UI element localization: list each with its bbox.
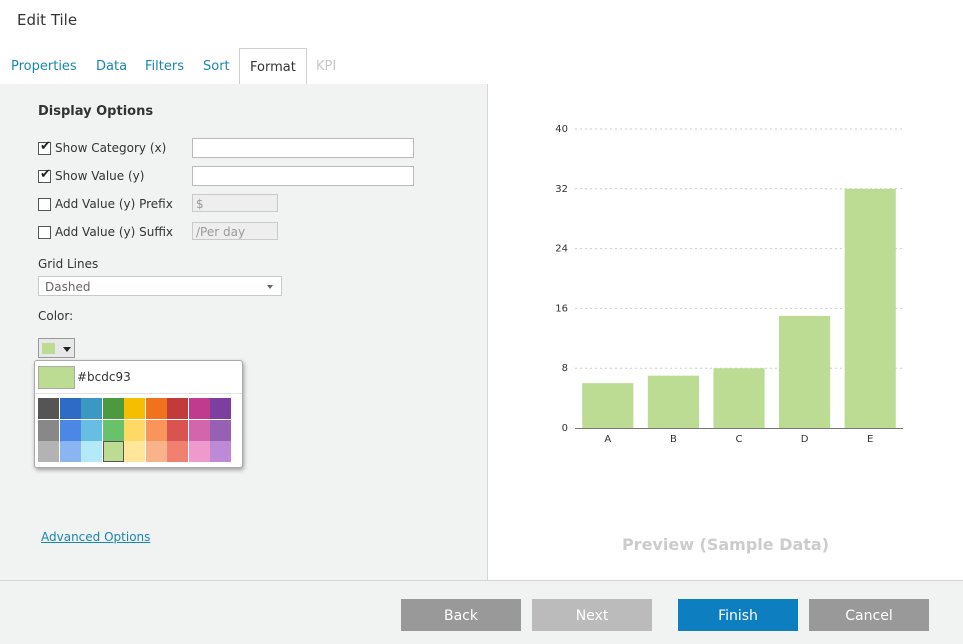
preview-bar-chart: 0 8 16 24 32 40 A B C D E	[555, 124, 903, 445]
palette-swatch[interactable]	[210, 441, 231, 462]
show-category-checkbox[interactable]: ✔	[38, 139, 51, 155]
palette-swatch[interactable]	[102, 419, 124, 441]
chevron-down-icon	[267, 285, 273, 289]
y-tick-label: 40	[555, 124, 568, 135]
x-tick-label: C	[736, 434, 743, 445]
y-tick-label: 16	[555, 303, 568, 314]
palette-swatch[interactable]	[59, 419, 81, 441]
grid-lines-select[interactable]: Dashed	[38, 276, 282, 296]
palette-swatch[interactable]	[210, 398, 231, 419]
y-tick-label: 0	[562, 423, 568, 434]
palette-swatch[interactable]	[38, 419, 59, 441]
tab-data[interactable]: Data	[96, 48, 127, 83]
caret-down-icon	[63, 347, 71, 352]
checkmark-icon: ✔	[40, 167, 51, 182]
x-tick-label: B	[670, 434, 677, 445]
palette-swatch[interactable]	[188, 419, 210, 441]
finish-button[interactable]: Finish	[678, 599, 798, 631]
tab-sort[interactable]: Sort	[203, 48, 230, 83]
category-format-input[interactable]	[192, 138, 414, 158]
back-button[interactable]: Back	[401, 599, 521, 631]
palette-swatch[interactable]	[167, 441, 188, 462]
palette-swatch[interactable]	[38, 441, 59, 462]
next-button: Next	[532, 599, 652, 631]
x-tick-label: E	[867, 434, 873, 445]
palette-swatch[interactable]	[167, 419, 188, 441]
value-format-input[interactable]	[192, 166, 414, 186]
palette-swatch[interactable]	[124, 441, 145, 462]
palette-swatch[interactable]	[210, 419, 231, 441]
bar-A	[582, 383, 634, 428]
divider	[35, 393, 242, 394]
palette-swatch[interactable]	[124, 398, 145, 419]
tab-kpi: KPI	[316, 59, 337, 74]
prefix-label: Add Value (y) Prefix	[55, 197, 173, 211]
suffix-label: Add Value (y) Suffix	[55, 225, 174, 239]
palette-swatch[interactable]	[188, 441, 210, 462]
current-color-swatch	[38, 366, 75, 389]
palette-swatch[interactable]	[167, 398, 188, 419]
tab-bar: Properties Data Filters Sort Format KPI	[0, 48, 963, 85]
grid-lines-label: Grid Lines	[38, 257, 99, 271]
y-tick-label: 24	[555, 244, 568, 255]
bar-E	[844, 188, 896, 428]
palette-swatch[interactable]	[102, 441, 124, 462]
show-category-label: Show Category (x)	[55, 141, 167, 155]
x-tick-label: A	[604, 434, 611, 445]
preview-label: Preview (Sample Data)	[621, 535, 830, 554]
advanced-options-link[interactable]: Advanced Options	[41, 530, 150, 544]
suffix-checkbox[interactable]	[38, 226, 51, 239]
current-color-hex: #bcdc93	[77, 370, 131, 384]
bar-B	[647, 375, 699, 428]
y-tick-label: 32	[555, 184, 568, 195]
x-tick-label: D	[801, 434, 809, 445]
color-swatch	[42, 343, 55, 354]
footer-bar: Back Next Finish Cancel	[0, 580, 963, 644]
palette-swatch[interactable]	[145, 398, 167, 419]
palette-swatch[interactable]	[124, 419, 145, 441]
cancel-button[interactable]: Cancel	[809, 599, 929, 631]
color-label: Color:	[38, 309, 74, 323]
color-palette-grid	[38, 398, 232, 462]
suffix-input[interactable]: /Per day	[192, 222, 278, 240]
palette-swatch[interactable]	[145, 419, 167, 441]
color-picker-button[interactable]	[38, 338, 75, 358]
tab-properties[interactable]: Properties	[11, 48, 77, 83]
preview-panel: 0 8 16 24 32 40 A B C D E Preview (Sample Data)	[488, 84, 963, 580]
tab-format[interactable]: Format	[239, 48, 307, 85]
prefix-checkbox[interactable]	[38, 198, 51, 211]
color-picker-popup: #bcdc93	[34, 360, 243, 468]
page-title: Edit Tile	[17, 11, 78, 29]
prefix-input[interactable]: $	[192, 194, 278, 212]
palette-swatch[interactable]	[102, 398, 124, 419]
section-title: Display Options	[38, 104, 154, 119]
palette-swatch[interactable]	[81, 398, 102, 419]
bar-D	[779, 315, 831, 428]
palette-swatch[interactable]	[145, 441, 167, 462]
checkmark-icon: ✔	[40, 139, 51, 154]
bar-C	[713, 368, 765, 428]
show-value-label: Show Value (y)	[55, 169, 145, 183]
grid-lines-value: Dashed	[45, 280, 91, 294]
show-value-checkbox[interactable]: ✔	[38, 167, 51, 183]
palette-swatch[interactable]	[38, 398, 59, 419]
tab-filters[interactable]: Filters	[145, 48, 184, 83]
palette-swatch[interactable]	[188, 398, 210, 419]
palette-swatch[interactable]	[81, 441, 102, 462]
palette-swatch[interactable]	[59, 441, 81, 462]
format-options-panel: Display Options ✔ Show Category (x) ✔ Sh…	[0, 84, 488, 580]
y-tick-label: 8	[562, 363, 568, 374]
palette-swatch[interactable]	[59, 398, 81, 419]
palette-swatch[interactable]	[81, 419, 102, 441]
